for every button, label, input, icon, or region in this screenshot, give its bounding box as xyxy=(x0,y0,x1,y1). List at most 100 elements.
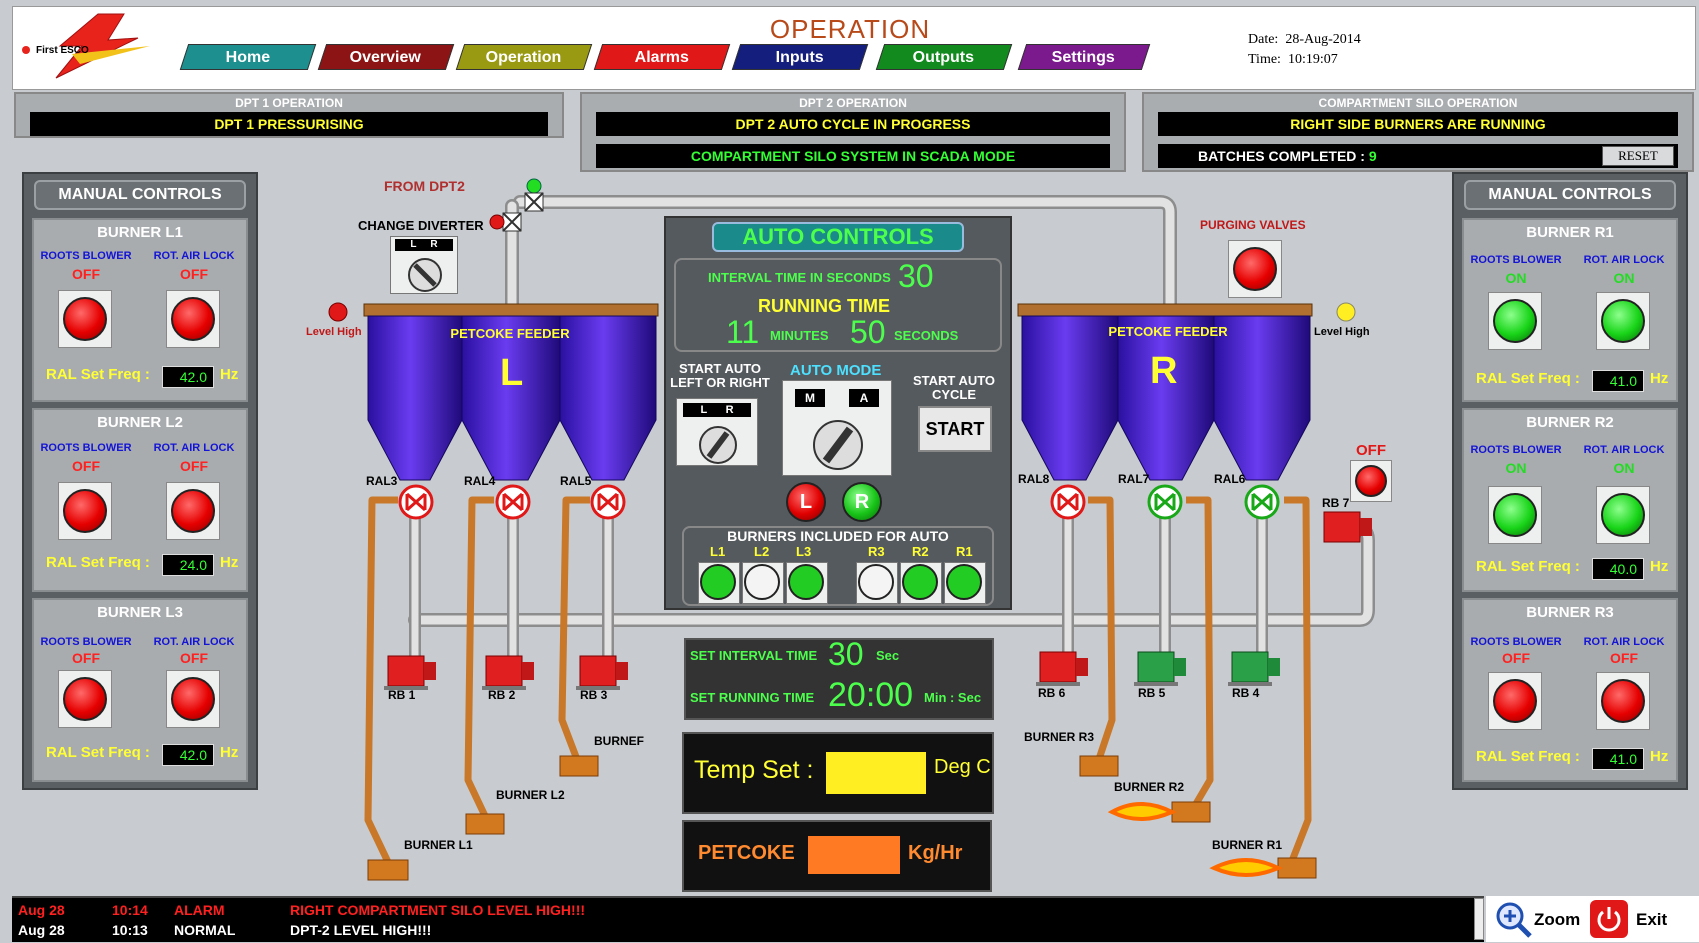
set-running-label: SET RUNNING TIME xyxy=(690,690,815,705)
set-running-unit: Min : Sec xyxy=(924,690,982,705)
alarm-time: 10:13 xyxy=(112,922,148,938)
start-auto-cycle-label: START AUTO CYCLE xyxy=(912,373,996,402)
ral8-label: RAL8 xyxy=(1018,472,1050,486)
rb6-label: RB 6 xyxy=(1038,686,1066,700)
right-feeder-title: PETCOKE FEEDER xyxy=(1108,324,1228,339)
rotary-switch-icon xyxy=(699,426,737,464)
rotary-switch-icon xyxy=(408,258,442,292)
diverter-valve-icon xyxy=(524,192,544,212)
left-feeder-letter: L xyxy=(500,352,524,394)
running-minutes-value: 11 xyxy=(726,314,760,350)
rb4-label: RB 4 xyxy=(1232,686,1260,700)
set-interval-unit: Sec xyxy=(876,648,900,663)
rb2-label: RB 2 xyxy=(488,688,516,702)
include-l3-toggle[interactable] xyxy=(786,562,828,604)
rb1-label: RB 1 xyxy=(388,688,416,702)
burner-l2-label: BURNER L2 xyxy=(496,788,565,802)
rb7-label: RB 7 xyxy=(1322,496,1350,510)
level-high-label-left: Level High xyxy=(306,326,362,338)
interval-time-value: 30 xyxy=(898,258,934,294)
included-r3-label: R3 xyxy=(868,544,885,559)
zoom-label: Zoom xyxy=(1534,910,1581,929)
start-auto-lr-label: START AUTO LEFT OR RIGHT xyxy=(670,361,770,390)
status-lamp-icon xyxy=(946,564,982,600)
alarm-type: ALARM xyxy=(174,902,225,918)
include-l1-toggle[interactable] xyxy=(698,562,740,604)
exit-button[interactable]: Exit xyxy=(1588,900,1692,938)
status-lamp-icon xyxy=(788,564,824,600)
alarm-time: 10:14 xyxy=(112,902,148,918)
burner-l1-label: BURNER L1 xyxy=(404,838,473,852)
running-seconds-value: 50 xyxy=(850,314,886,350)
temp-set-label: Temp Set : xyxy=(694,756,814,784)
alarm-row: Aug 28 10:13 NORMAL DPT-2 LEVEL HIGH!!! xyxy=(18,920,1458,940)
purging-valves-label: PURGING VALVES xyxy=(1200,218,1306,232)
burner-r3-label: BURNER R3 xyxy=(1024,730,1095,744)
minutes-label: MINUTES xyxy=(770,328,829,343)
status-lamp-icon xyxy=(1355,465,1387,497)
temp-set-unit: Deg C xyxy=(934,756,991,778)
start-button[interactable]: START xyxy=(918,406,992,452)
rb7-state: OFF xyxy=(1356,442,1386,459)
ral4-label: RAL4 xyxy=(464,474,496,488)
petcoke-unit: Kg/Hr xyxy=(908,842,963,864)
seconds-label: SECONDS xyxy=(894,328,959,343)
level-high-indicator-right xyxy=(1336,302,1356,322)
alarm-date: Aug 28 xyxy=(18,922,65,938)
burners-included-label: BURNERS INCLUDED FOR AUTO xyxy=(727,528,949,544)
switch-lr-labels: L R xyxy=(683,403,751,417)
start-left-button[interactable]: L xyxy=(786,482,826,522)
set-interval-value[interactable]: 30 xyxy=(828,636,864,673)
zoom-icon xyxy=(1496,902,1532,938)
alarm-date: Aug 28 xyxy=(18,902,65,918)
alarm-log[interactable]: Aug 28 10:14 ALARM RIGHT COMPARTMENT SIL… xyxy=(12,896,1484,942)
rb7-button[interactable] xyxy=(1350,460,1392,502)
rb5-label: RB 5 xyxy=(1138,686,1166,700)
ral5-label: RAL5 xyxy=(560,474,592,488)
right-feeder-letter: R xyxy=(1150,350,1178,392)
status-lamp-icon xyxy=(858,564,894,600)
left-feeder-title: PETCOKE FEEDER xyxy=(450,326,570,341)
level-high-label-right: Level High xyxy=(1314,326,1370,338)
include-r2-toggle[interactable] xyxy=(900,562,942,604)
alarm-row: Aug 28 10:14 ALARM RIGHT COMPARTMENT SIL… xyxy=(18,900,1458,920)
auto-mode-selector-switch[interactable]: M A xyxy=(782,380,892,476)
included-l2-label: L2 xyxy=(754,544,770,559)
dpt2-feed-indicator xyxy=(526,178,542,194)
petcoke-rate-input[interactable] xyxy=(808,836,900,874)
alarm-scrollbar[interactable] xyxy=(1474,898,1484,940)
switch-lr-labels: L R xyxy=(395,239,453,251)
set-running-value[interactable]: 20:00 xyxy=(828,676,913,715)
purging-valves-button[interactable] xyxy=(1228,240,1282,298)
temp-set-input[interactable] xyxy=(826,752,926,794)
burner-r1-label: BURNER R1 xyxy=(1212,838,1283,852)
switch-ma-labels: M A xyxy=(795,389,879,407)
auto-mode-label: AUTO MODE xyxy=(790,362,882,379)
alarm-message: DPT-2 LEVEL HIGH!!! xyxy=(290,922,432,938)
exit-label: Exit xyxy=(1636,910,1668,929)
included-l1-label: L1 xyxy=(710,544,726,559)
power-icon xyxy=(1590,900,1628,938)
burner-l3-label: BURNEF xyxy=(594,734,644,748)
from-dpt2-label: FROM DPT2 xyxy=(384,178,465,194)
rotary-switch-icon xyxy=(813,420,863,470)
left-right-selector-switch[interactable]: L R xyxy=(676,398,758,466)
alarm-message: RIGHT COMPARTMENT SILO LEVEL HIGH!!! xyxy=(290,902,586,918)
status-lamp-icon xyxy=(902,564,938,600)
change-diverter-switch[interactable]: L R xyxy=(390,236,458,294)
included-r1-label: R1 xyxy=(956,544,973,559)
include-r1-toggle[interactable] xyxy=(944,562,986,604)
set-interval-label: SET INTERVAL TIME xyxy=(690,648,818,663)
ral7-label: RAL7 xyxy=(1118,472,1150,486)
change-diverter-label: CHANGE DIVERTER xyxy=(358,218,484,233)
start-right-button[interactable]: R xyxy=(842,482,882,522)
interval-time-label: INTERVAL TIME IN SECONDS xyxy=(708,270,891,285)
status-lamp-icon xyxy=(700,564,736,600)
ral3-label: RAL3 xyxy=(366,474,398,488)
included-r2-label: R2 xyxy=(912,544,929,559)
level-high-indicator-left xyxy=(328,302,348,322)
zoom-button[interactable]: Zoom xyxy=(1494,900,1594,938)
burner-r2-label: BURNER R2 xyxy=(1114,780,1185,794)
include-r3-toggle[interactable] xyxy=(856,562,898,604)
include-l2-toggle[interactable] xyxy=(742,562,784,604)
